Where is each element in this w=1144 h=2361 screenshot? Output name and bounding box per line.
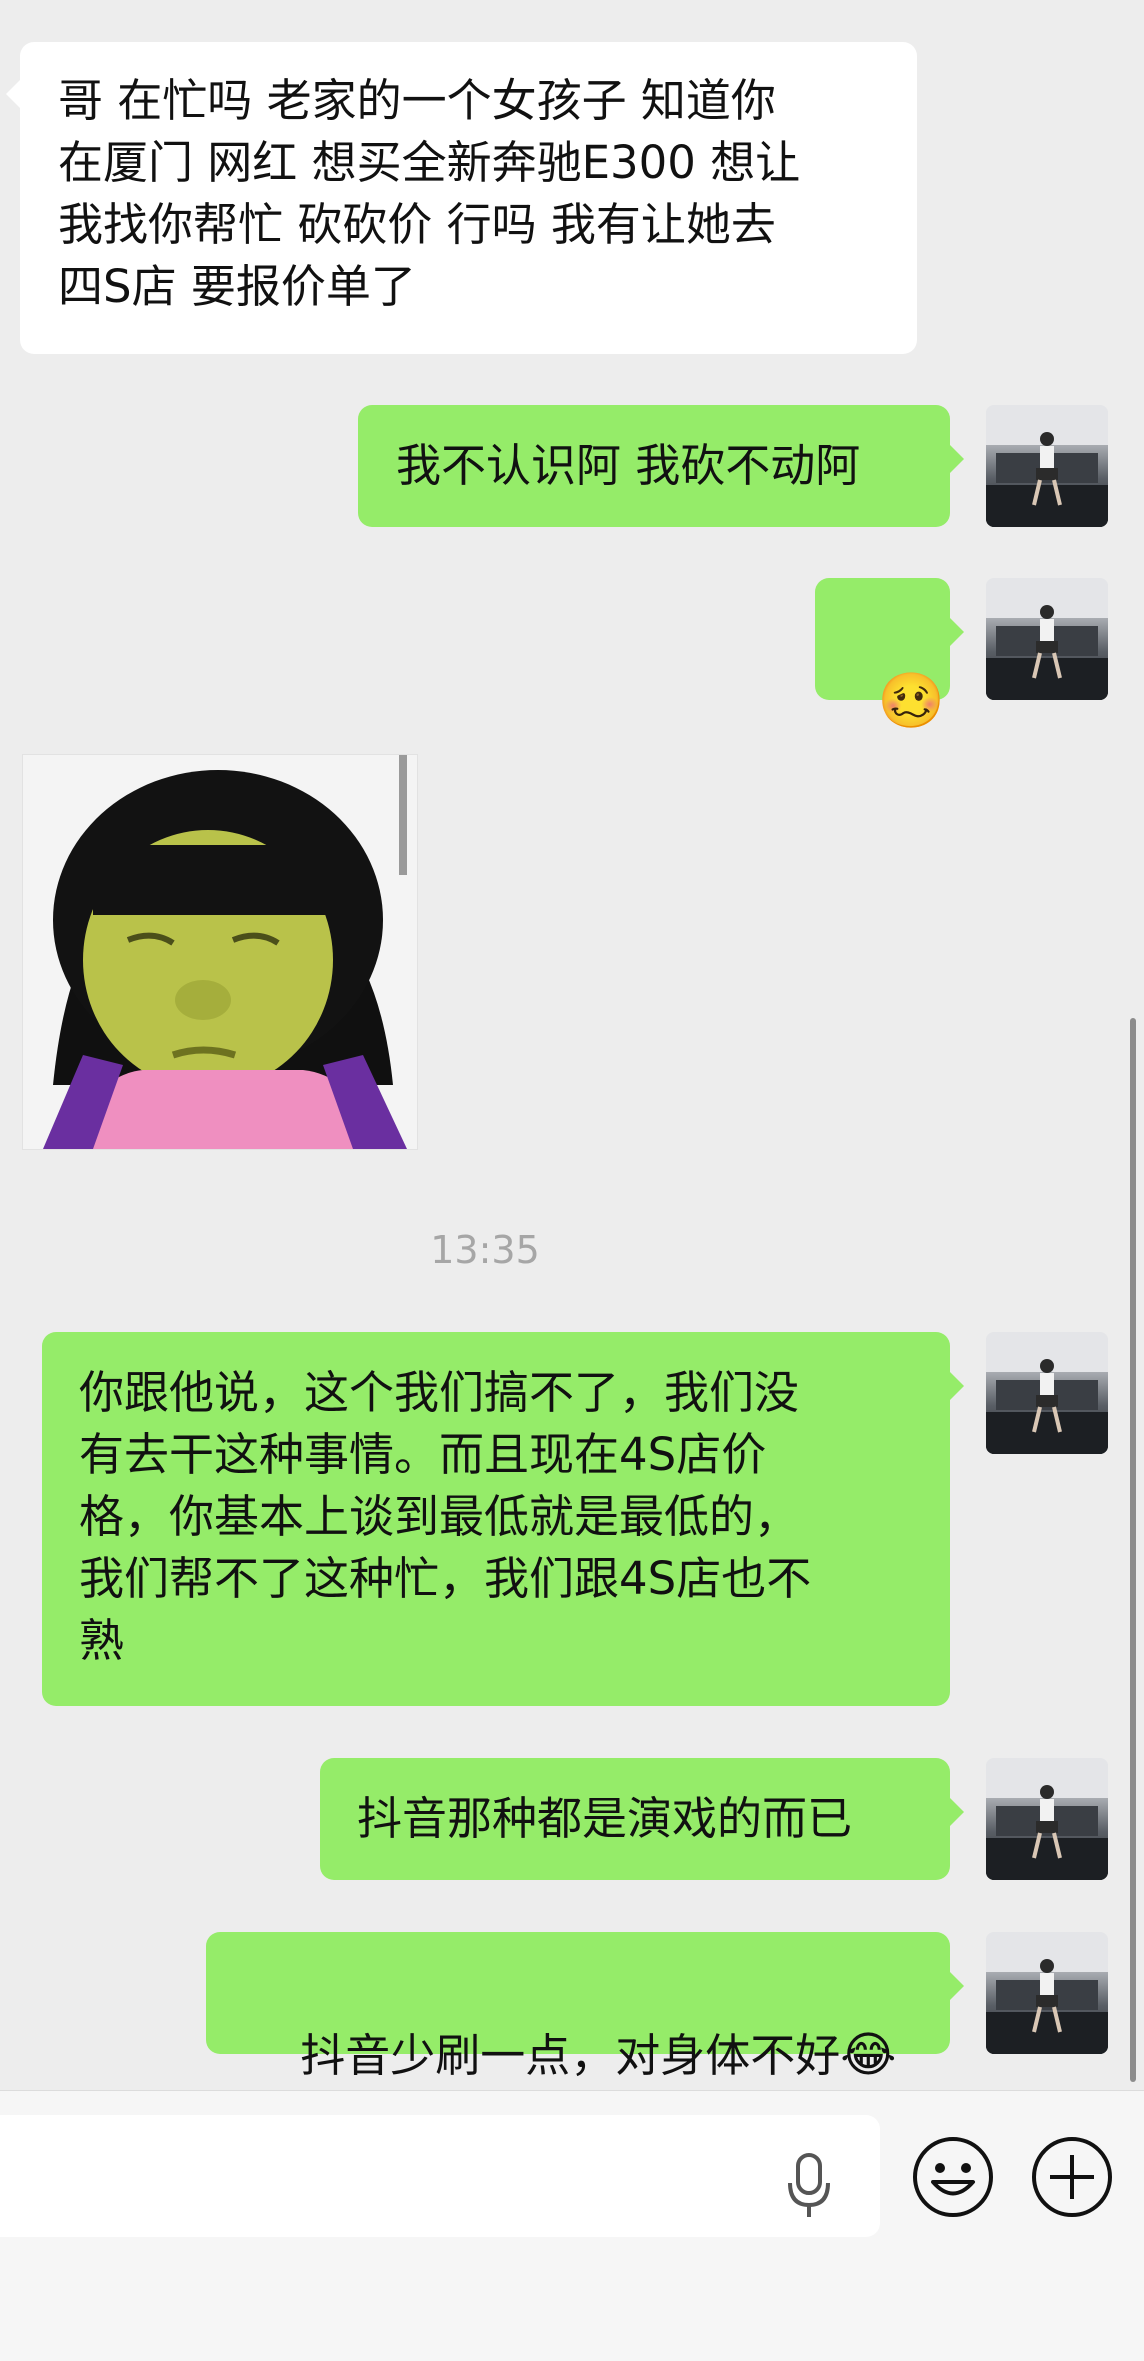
smiley-face-icon[interactable]	[911, 2135, 995, 2219]
message-bubble-outgoing[interactable]: 我不认识阿 我砍不动阿	[358, 405, 964, 527]
avatar-photo	[986, 405, 1108, 527]
message-bubble-outgoing[interactable]: 抖音少刷一点，对身体不好😂	[206, 1932, 964, 2083]
input-bar	[0, 2090, 1144, 2361]
plus-circle-icon[interactable]	[1030, 2135, 1114, 2219]
message-bubble-outgoing[interactable]: 你跟他说，这个我们搞不了，我们没 有去干这种事情。而且现在4S店价 格，你基本上…	[42, 1332, 964, 1706]
user-avatar[interactable]	[986, 1932, 1108, 2054]
avatar-photo	[986, 1932, 1108, 2054]
message-timestamp: 13:35	[430, 1228, 540, 1272]
message-input[interactable]	[0, 2115, 880, 2237]
avatar-photo	[986, 1758, 1108, 1880]
chat-screen: 哥 在忙吗 老家的一个女孩子 知道你 在厦门 网红 想买全新奔驰E300 想让 …	[0, 0, 1144, 2361]
woozy-face-emoji: 🥴	[877, 669, 945, 732]
message-bubble-outgoing[interactable]: 抖音那种都是演戏的而已	[320, 1758, 964, 1880]
message-bubble-incoming[interactable]: 哥 在忙吗 老家的一个女孩子 知道你 在厦门 网红 想买全新奔驰E300 想让 …	[6, 42, 917, 354]
chat-scrollbar[interactable]	[1130, 1018, 1136, 2082]
tears-of-joy-emoji: 😂	[840, 2027, 897, 2083]
user-avatar[interactable]	[986, 578, 1108, 700]
user-avatar[interactable]	[986, 1332, 1108, 1454]
microphone-icon[interactable]	[786, 2151, 832, 2221]
user-avatar[interactable]	[986, 1758, 1108, 1880]
message-text: 抖音少刷一点，对身体不好	[300, 2029, 841, 2082]
avatar-photo	[986, 578, 1108, 700]
crying-cartoon-girl-sticker	[23, 755, 417, 1149]
user-avatar[interactable]	[986, 405, 1108, 527]
avatar-photo	[986, 1332, 1108, 1454]
sticker-image[interactable]	[22, 754, 418, 1150]
message-bubble-outgoing-emoji[interactable]: 🥴	[815, 578, 964, 732]
